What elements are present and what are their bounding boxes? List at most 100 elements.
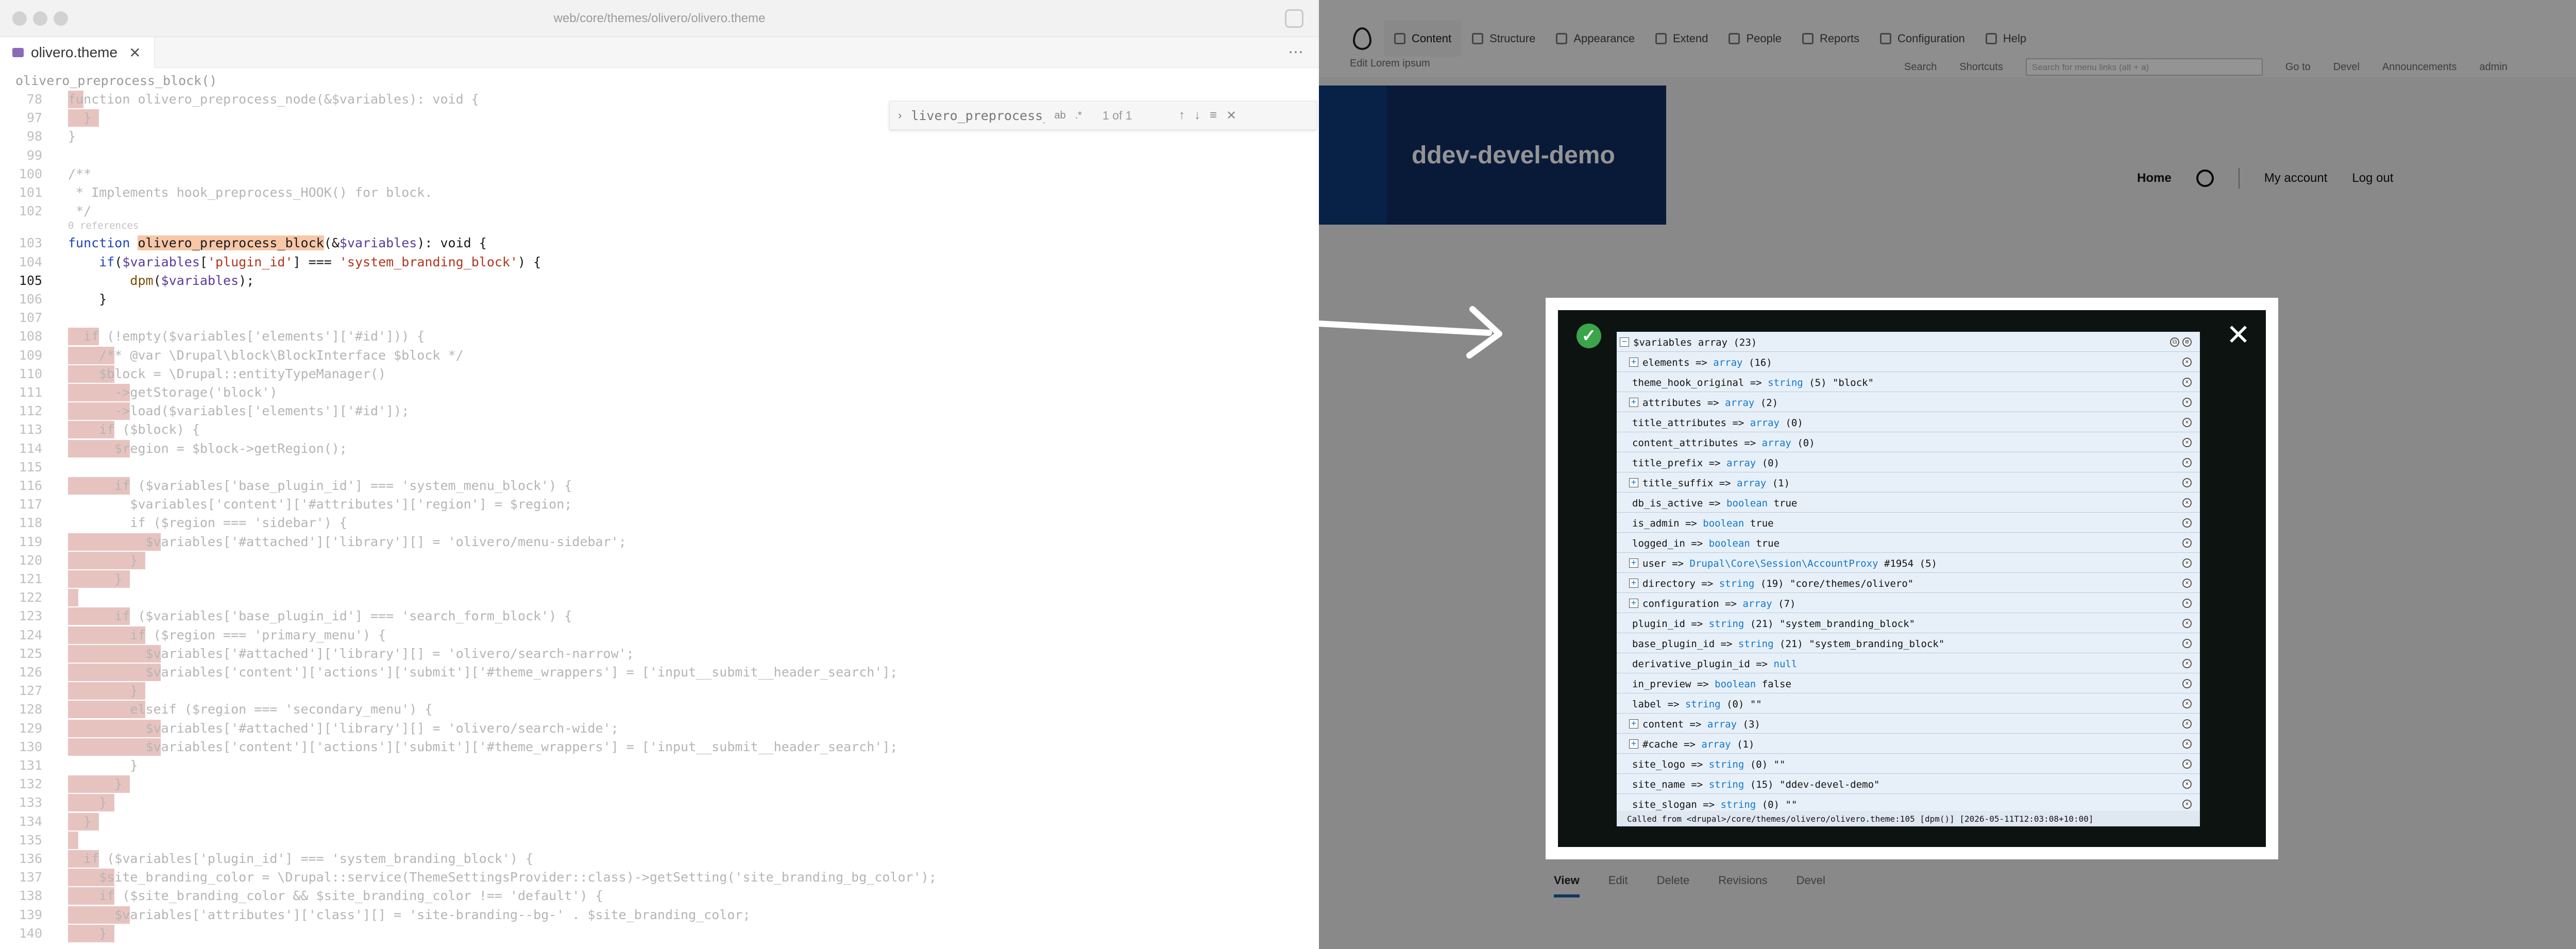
remove-icon[interactable]: × (2182, 800, 2192, 809)
krumo-row[interactable]: title_attributes => array (0) × (1617, 412, 2200, 432)
krumo-row[interactable]: theme_hook_original => string (5) "block… (1617, 372, 2200, 392)
code-line[interactable]: if ($region === 'sidebar') { (68, 515, 347, 530)
code-line[interactable]: $variables['content']['actions']['submit… (68, 665, 898, 680)
krumo-row[interactable]: content_attributes => array (0) × (1617, 432, 2200, 452)
krumo-row[interactable]: + attributes => array (2) × (1617, 392, 2200, 412)
references-codelens[interactable]: 0 references (68, 220, 139, 231)
code-line[interactable]: } (68, 926, 107, 941)
remove-icon[interactable]: × (2182, 659, 2192, 668)
code-line[interactable]: elseif ($region === 'secondary_menu') { (68, 702, 432, 717)
krumo-row[interactable]: label => string (0) "" × (1617, 693, 2200, 714)
code-line[interactable]: } (68, 292, 107, 307)
code-line[interactable]: $variables['#attached']['library'][] = '… (68, 721, 619, 736)
krumo-row[interactable]: in_preview => boolean false × (1617, 673, 2200, 693)
code-line[interactable]: $variables['content']['#attributes']['re… (68, 497, 572, 512)
code-line[interactable]: $variables['#attached']['library'][] = '… (68, 646, 634, 661)
krumo-row[interactable]: + configuration => array (7) × (1617, 593, 2200, 613)
remove-icon[interactable]: × (2182, 719, 2192, 728)
collapse-icon[interactable]: − (1620, 337, 1629, 347)
code-line[interactable]: if ($block) { (68, 422, 200, 437)
krumo-row[interactable]: + content => array (3) × (1617, 714, 2200, 734)
krumo-row[interactable]: + directory => string (19) "core/themes/o… (1617, 573, 2200, 593)
code-line[interactable]: */ (68, 204, 91, 218)
code-line[interactable]: $variables['#attached']['library'][] = '… (68, 534, 626, 549)
code-line[interactable]: $region = $block->getRegion(); (68, 441, 347, 456)
expand-icon[interactable]: + (1629, 398, 1638, 407)
code-line[interactable]: function olivero_preprocess_block(&$vari… (68, 235, 487, 251)
code-line[interactable]: /** (68, 166, 91, 181)
remove-icon[interactable]: × (2182, 358, 2192, 367)
expand-icon[interactable]: + (1629, 599, 1638, 608)
krumo-row[interactable]: derivative_plugin_id => null × (1617, 653, 2200, 673)
krumo-header[interactable]: − $variables array (23) ⧉ ⊞ (1617, 332, 2200, 352)
remove-icon[interactable]: × (2182, 418, 2192, 427)
copy-icon[interactable]: ⧉ (2170, 337, 2179, 347)
code-line[interactable]: } (68, 683, 138, 698)
arrow-up-icon[interactable]: ↑ (1179, 108, 1185, 123)
remove-icon[interactable]: × (2182, 639, 2192, 648)
remove-icon[interactable]: × (2182, 679, 2192, 688)
code-line[interactable]: * Implements hook_preprocess_HOOK() for … (68, 185, 432, 200)
expand-icon[interactable]: + (1629, 719, 1638, 728)
code-line[interactable]: /** @var \Drupal\block\BlockInterface $b… (68, 348, 463, 363)
remove-icon[interactable]: × (2182, 518, 2192, 528)
more-icon[interactable]: ⋯ (1288, 43, 1303, 61)
code-line[interactable]: } (68, 110, 91, 125)
close-icon[interactable]: ✕ (129, 44, 141, 61)
code-line[interactable]: if ($variables['base_plugin_id'] === 'sy… (68, 478, 572, 493)
remove-icon[interactable]: × (2182, 739, 2192, 749)
code-line[interactable]: ->load($variables['elements']['#id']); (68, 403, 409, 418)
code-line[interactable]: $block = \Drupal::entityTypeManager() (68, 366, 386, 381)
tab-olivero-theme[interactable]: olivero.theme ✕ (0, 37, 155, 68)
remove-icon[interactable]: × (2182, 579, 2192, 588)
code-line[interactable]: dpm($variables); (68, 273, 254, 288)
arrow-down-icon[interactable]: ↓ (1194, 108, 1200, 123)
remove-icon[interactable]: × (2182, 538, 2192, 548)
code-line[interactable]: } (68, 758, 138, 773)
code-line[interactable]: function olivero_preprocess_node(&$varia… (68, 92, 479, 107)
code-line[interactable]: } (68, 795, 107, 810)
remove-icon[interactable]: × (2182, 599, 2192, 608)
krumo-row[interactable]: base_plugin_id => string (21) "system_br… (1617, 633, 2200, 653)
expand-icon[interactable]: + (1629, 579, 1638, 588)
remove-icon[interactable]: × (2182, 699, 2192, 708)
expand-icon[interactable]: + (1629, 739, 1638, 749)
expand-icon[interactable]: + (1629, 358, 1638, 367)
breadcrumb[interactable]: olivero_preprocess_block() (15, 73, 217, 88)
remove-icon[interactable]: × (2182, 458, 2192, 467)
krumo-row[interactable]: title_prefix => array (0) × (1617, 452, 2200, 472)
code-line[interactable]: if ($region === 'primary_menu') { (68, 628, 386, 642)
expand-all-icon[interactable]: ⊞ (2182, 337, 2192, 347)
close-icon[interactable]: ✕ (1226, 108, 1236, 123)
code-area[interactable]: function olivero_preprocess_node(&$varia… (68, 92, 1315, 949)
code-line[interactable]: $variables['content']['actions']['submit… (68, 739, 898, 754)
code-line[interactable]: if($variables['plugin_id'] === 'system_b… (68, 255, 541, 269)
krumo-row[interactable]: is_admin => boolean true × (1617, 513, 2200, 533)
krumo-row[interactable]: + elements => array (16) × (1617, 352, 2200, 372)
code-line[interactable]: } (68, 814, 91, 829)
krumo-row[interactable]: site_name => string (15) "ddev-devel-dem… (1617, 774, 2200, 794)
krumo-row[interactable]: site_logo => string (0) "" × (1617, 754, 2200, 774)
code-line[interactable]: ->getStorage('block') (68, 385, 277, 400)
remove-icon[interactable]: × (2182, 378, 2192, 387)
match-case-toggle[interactable]: ab (1054, 110, 1065, 122)
remove-icon[interactable]: × (2182, 759, 2192, 769)
remove-icon[interactable]: × (2182, 498, 2192, 507)
remove-icon[interactable]: × (2182, 478, 2192, 487)
code-line[interactable]: $variables['attributes']['class'][] = 's… (68, 907, 750, 922)
code-line[interactable]: } (68, 776, 122, 791)
krumo-row[interactable]: db_is_active => boolean true × (1617, 493, 2200, 513)
code-line[interactable]: if ($site_branding_color && $site_brandi… (68, 888, 603, 903)
remove-icon[interactable]: × (2182, 619, 2192, 628)
krumo-row[interactable]: + #cache => array (1) × (1617, 734, 2200, 754)
krumo-row[interactable]: logged_in => boolean true × (1617, 533, 2200, 553)
code-line[interactable]: if ($variables['base_plugin_id'] === 'se… (68, 608, 572, 623)
remove-icon[interactable]: × (2182, 558, 2192, 568)
regex-toggle[interactable]: .* (1075, 110, 1082, 122)
chevron-right-icon[interactable]: › (898, 109, 902, 122)
code-line[interactable]: $site_branding_color = \Drupal::service(… (68, 870, 937, 885)
layout-icon[interactable] (1285, 9, 1303, 28)
expand-icon[interactable]: + (1629, 558, 1638, 568)
krumo-row[interactable]: + title_suffix => array (1) × (1617, 472, 2200, 493)
remove-icon[interactable]: × (2182, 398, 2192, 407)
